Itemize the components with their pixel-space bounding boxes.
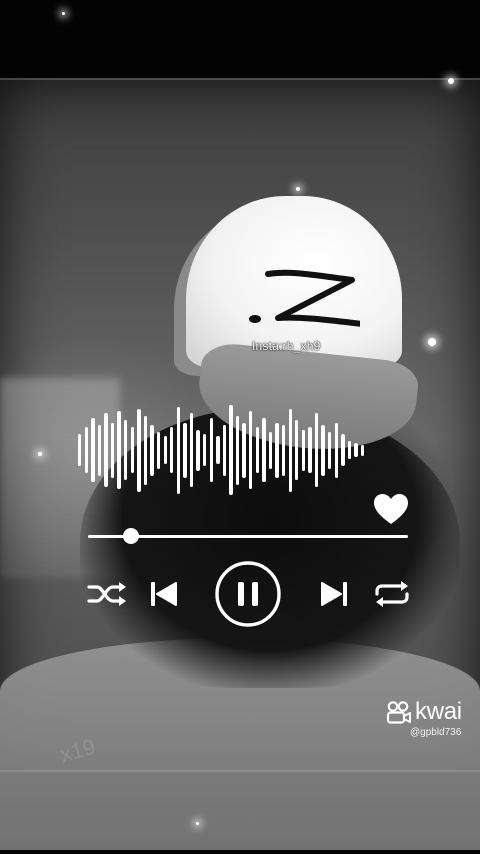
person-shirt <box>0 638 480 850</box>
waveform-bar <box>341 434 345 466</box>
waveform-bar <box>288 408 292 492</box>
waveform-bar <box>314 413 319 487</box>
waveform-bar <box>183 422 187 478</box>
waveform-bar <box>196 429 200 471</box>
next-button[interactable] <box>320 580 348 608</box>
creator-username: @gpbld736 <box>410 727 462 738</box>
waveform-bar <box>268 431 273 469</box>
waveform-bar <box>209 418 213 482</box>
waveform-bar <box>97 424 102 476</box>
heart-icon <box>374 494 408 524</box>
waveform-bar <box>117 411 121 489</box>
audio-waveform <box>78 402 404 498</box>
waveform-bar <box>242 422 246 478</box>
waveform-bar <box>143 415 148 485</box>
pause-button[interactable] <box>214 560 282 628</box>
repeat-button[interactable] <box>372 580 412 608</box>
waveform-bar <box>91 418 95 482</box>
waveform-bar <box>130 427 135 473</box>
waveform-bar <box>202 434 207 466</box>
waveform-bar <box>189 413 194 487</box>
sparkle-light <box>38 452 42 456</box>
sparkle-light <box>196 822 199 825</box>
waveform-bar <box>156 431 161 469</box>
kwai-wordmark: kwai <box>415 698 462 725</box>
waveform-bar <box>235 415 240 485</box>
waveform-bar <box>137 408 141 492</box>
waveform-bar <box>78 434 82 466</box>
waveform-bar <box>176 406 181 494</box>
waveform-bar <box>124 420 128 480</box>
waveform-bar <box>150 424 154 476</box>
waveform-bar <box>170 427 174 473</box>
skip-previous-icon <box>151 582 177 606</box>
waveform-bar <box>281 424 286 476</box>
waveform-bar <box>110 422 115 478</box>
playback-controls <box>84 560 414 628</box>
skip-next-icon <box>321 582 347 606</box>
shuffle-icon <box>87 582 126 606</box>
cap-handle-text: Insta:rh_xh9 <box>252 339 321 353</box>
waveform-bar <box>334 422 338 478</box>
progress-knob[interactable] <box>123 528 140 544</box>
repeat-icon <box>375 581 409 607</box>
waveform-bar <box>347 441 352 459</box>
waveform-bar <box>360 444 365 456</box>
kwai-logo: kwai <box>386 698 462 726</box>
sparkle-light <box>296 187 300 191</box>
waveform-bar <box>327 431 332 469</box>
waveform-bar <box>255 427 259 473</box>
waveform-bar <box>104 413 108 487</box>
waveform-bar <box>275 422 279 478</box>
waveform-bar <box>216 436 220 464</box>
waveform-bar <box>321 424 325 476</box>
kwai-camera-icon <box>386 701 411 724</box>
like-button[interactable] <box>372 492 410 526</box>
shuffle-button[interactable] <box>86 580 130 608</box>
sparkle-light <box>448 78 454 84</box>
waveform-bar <box>354 443 358 457</box>
video-screen: x19 Insta:rh_xh9 kwai @gpbld736 <box>0 0 480 854</box>
waveform-bar <box>249 411 253 489</box>
waveform-bar <box>262 418 266 482</box>
playback-progress-slider[interactable] <box>88 528 408 544</box>
cap-logo <box>249 269 360 327</box>
waveform-bar <box>301 429 306 471</box>
previous-button[interactable] <box>150 580 178 608</box>
waveform-bar <box>163 436 167 464</box>
sparkle-light <box>62 12 65 15</box>
sparkle-light <box>428 338 436 346</box>
waveform-bar <box>84 427 88 473</box>
waveform-bar <box>229 405 233 495</box>
faint-watermark: x19 <box>57 733 99 768</box>
waveform-bar <box>222 424 227 476</box>
waveform-bar <box>295 420 299 480</box>
waveform-bar <box>308 427 312 473</box>
pause-icon <box>215 561 281 627</box>
